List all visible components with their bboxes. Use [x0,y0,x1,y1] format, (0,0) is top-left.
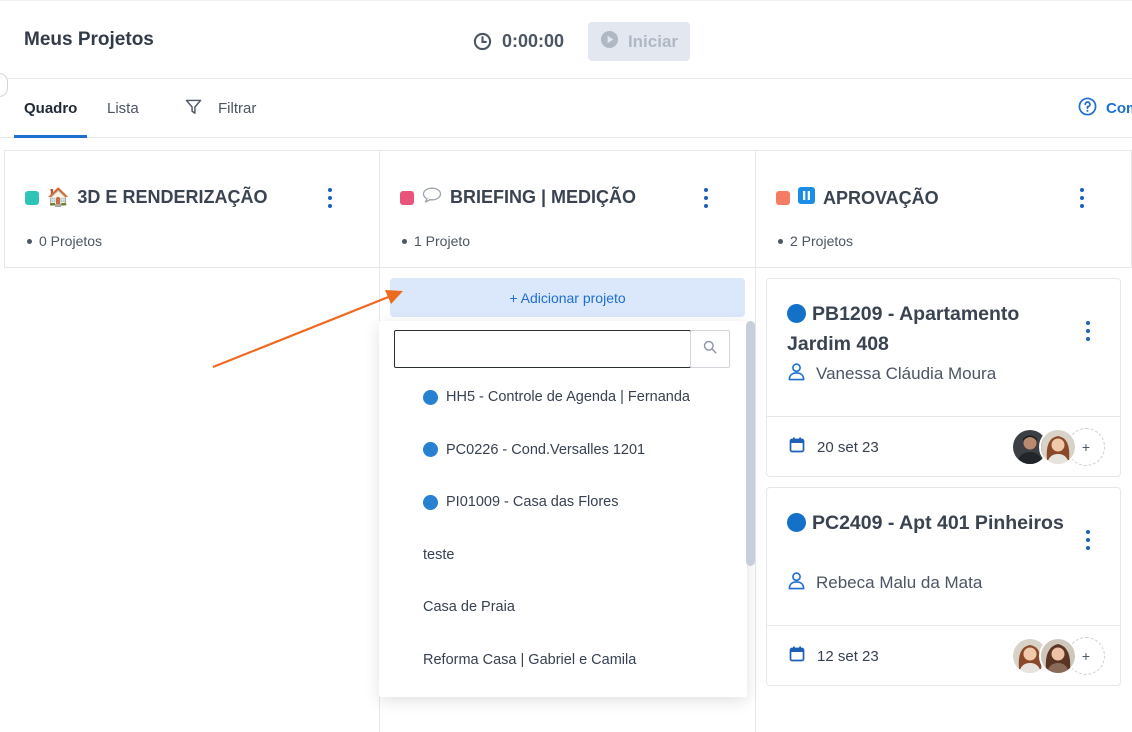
project-status-dot [423,442,438,458]
tab-lista[interactable]: Lista [107,79,139,138]
start-label: Iniciar [627,31,679,51]
project-due-date-text: 12 set 23 [817,647,879,665]
column-title: APROVAÇÃO [776,187,939,209]
start-timer-button[interactable]: Iniciar [588,22,690,61]
dropdown-scrollbar[interactable] [746,321,755,566]
project-owner-name: Rebeca Malu da Mata [816,573,983,592]
project-owner-name: Vanessa Cláudia Moura [816,364,997,383]
project-option-label: Reforma Casa | Gabriel e Camila [423,651,637,668]
project-due-date-text: 20 set 23 [817,438,879,456]
project-members: + [1011,637,1105,675]
project-search-input[interactable] [394,330,691,368]
project-title-text: PB1209 - Apartamento Jardim 408 [787,303,1020,355]
user-icon [787,571,806,595]
help-link[interactable]: Com [1078,79,1132,138]
help-label: Com [1106,100,1132,117]
column-count: 1 Projeto [402,233,470,249]
calendar-icon [789,646,805,666]
project-due-date: 12 set 23 [789,646,879,666]
project-select-dropdown: HH5 - Controle de Agenda | Fernanda PC02… [379,321,747,697]
column-title-text: APROVAÇÃO [823,187,939,208]
project-option[interactable]: PI01009 - Casa das Flores [379,476,747,529]
filter-button[interactable]: Filtrar [185,79,256,138]
column-header-3d-renderizacao: 🏠 3D E RENDERIZAÇÃO 0 Projetos [4,150,380,268]
project-option[interactable]: Reforma Casa | Gabriel e Camila [379,634,747,687]
filter-icon [185,99,202,119]
card-menu-icon[interactable] [1085,530,1091,550]
play-icon [600,30,619,54]
project-option[interactable]: Casa de Praia [379,581,747,634]
project-option-label: PC0226 - Cond.Versalles 1201 [446,441,646,458]
project-card-title: PB1209 - Apartamento Jardim 408 [787,299,1077,359]
project-option-list: HH5 - Controle de Agenda | Fernanda PC02… [379,371,747,686]
view-tabs: Quadro Lista Filtrar Com [0,79,1132,138]
calendar-icon [789,437,805,457]
project-status-dot [787,513,806,532]
column-header-briefing-medicao: BRIEFING | MEDIÇÃO 1 Projeto [379,150,756,268]
project-option-label: PI01009 - Casa das Flores [446,494,619,511]
project-title-text: PC2409 - Apt 401 Pinheiros [812,512,1064,534]
column-count: 2 Projetos [778,233,853,249]
project-card[interactable]: PB1209 - Apartamento Jardim 408 Vanessa … [766,278,1121,477]
house-icon: 🏠 [47,187,70,207]
clock-icon [473,32,492,51]
column-menu-icon[interactable] [703,188,709,208]
project-members: + [1011,428,1105,466]
search-button[interactable] [690,330,730,368]
project-card-footer: 20 set 23 + [767,416,1120,477]
filter-label: Filtrar [218,100,257,117]
help-icon [1078,97,1097,120]
column-color-swatch [25,190,39,205]
timer-value: 0:00:00 [502,31,565,51]
project-due-date: 20 set 23 [789,437,879,457]
tab-quadro[interactable]: Quadro [13,79,88,138]
project-option[interactable]: HH5 - Controle de Agenda | Fernanda [379,371,747,424]
avatar[interactable] [1039,428,1077,466]
user-icon [787,362,806,386]
project-card-title: PC2409 - Apt 401 Pinheiros [787,508,1077,538]
project-card[interactable]: PC2409 - Apt 401 Pinheiros Rebeca Malu d… [766,487,1121,686]
add-project-button[interactable]: + Adicionar projeto [390,278,745,317]
annotation-arrow-icon [212,290,403,369]
speech-bubble-icon [422,187,442,208]
column-title-text: BRIEFING | MEDIÇÃO [450,187,637,207]
project-owner: Vanessa Cláudia Moura [787,362,996,386]
project-option[interactable]: PC0226 - Cond.Versalles 1201 [379,424,747,477]
project-card-footer: 12 set 23 + [767,625,1120,686]
column-title: BRIEFING | MEDIÇÃO [400,187,636,208]
column-title: 🏠 3D E RENDERIZAÇÃO [25,187,267,208]
search-icon [703,340,717,359]
project-status-dot [423,389,438,405]
top-bar: Meus Projetos 0:00:00 Iniciar [0,0,1132,97]
project-status-dot [787,304,806,323]
page-title: Meus Projetos [24,29,154,50]
project-status-dot [423,494,438,510]
column-menu-icon[interactable] [1079,188,1085,208]
column-color-swatch [400,190,414,205]
card-menu-icon[interactable] [1085,321,1091,341]
avatar[interactable] [1039,637,1077,675]
pause-icon [798,187,815,209]
column-menu-icon[interactable] [327,188,333,208]
column-header-aprovacao: APROVAÇÃO 2 Projetos [755,150,1132,268]
project-option[interactable]: teste [379,529,747,582]
timer: 0:00:00 [473,31,564,52]
column-count: 0 Projetos [27,233,102,249]
project-option-label: Casa de Praia [423,599,515,616]
column-color-swatch [776,191,790,205]
project-owner: Rebeca Malu da Mata [787,571,982,595]
project-option-label: HH5 - Controle de Agenda | Fernanda [446,389,690,406]
kanban-board: 🏠 3D E RENDERIZAÇÃO 0 Projetos BRIEFING … [0,138,1132,732]
project-option-label: teste [423,546,455,563]
column-title-text: 3D E RENDERIZAÇÃO [77,187,268,207]
